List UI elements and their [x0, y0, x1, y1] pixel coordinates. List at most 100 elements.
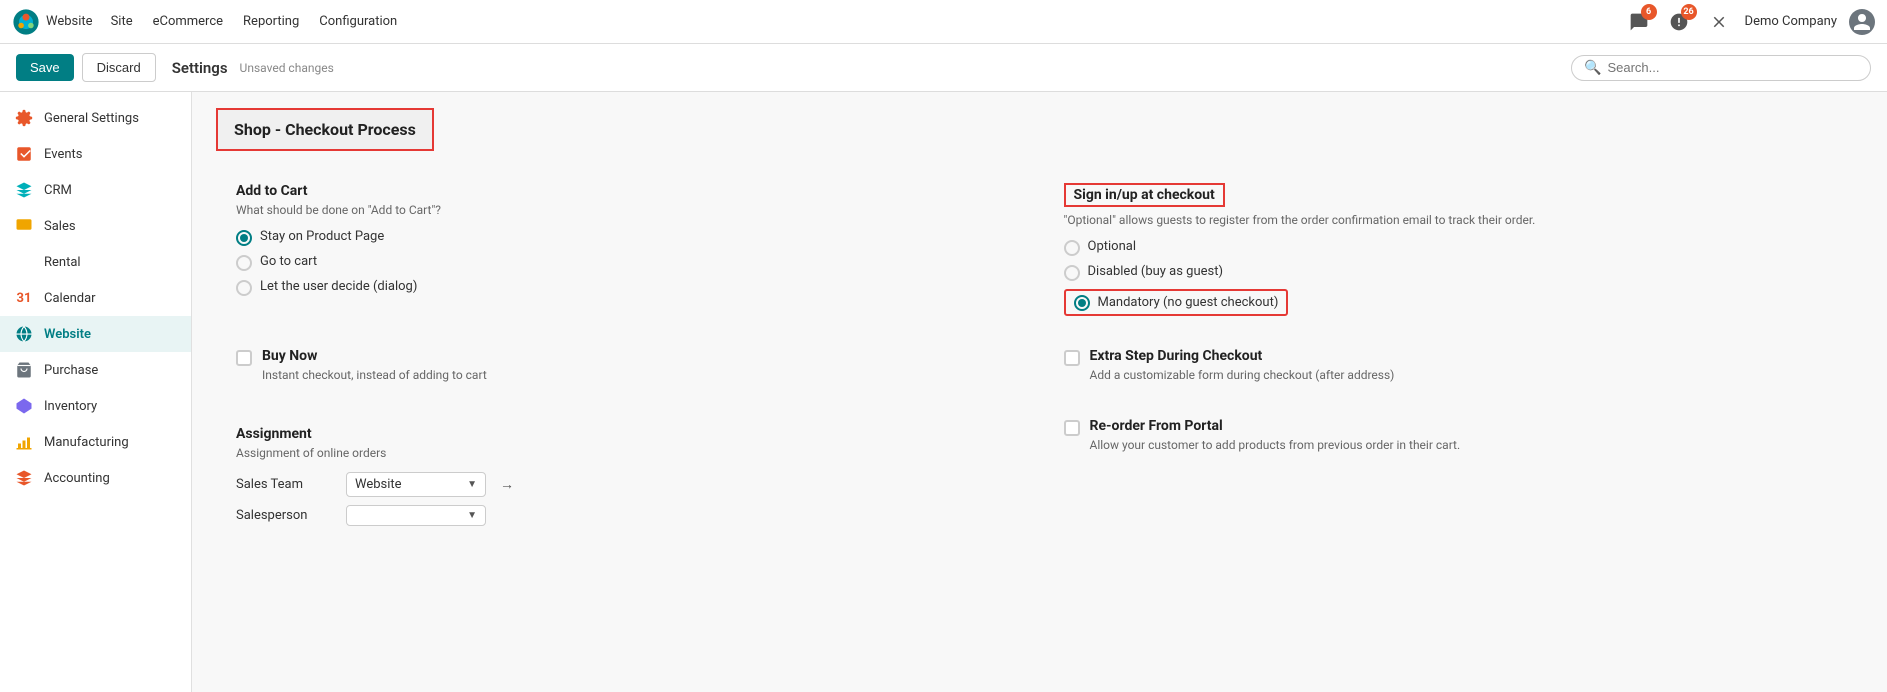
radio-stay[interactable]: Stay on Product Page — [236, 229, 1016, 246]
sidebar-item-crm[interactable]: CRM — [0, 172, 191, 208]
radio-stay-circle — [236, 230, 252, 246]
sidebar-label-crm: CRM — [44, 183, 72, 198]
top-navigation: Website Site eCommerce Reporting Configu… — [0, 0, 1887, 44]
reorder-block: Re-order From Portal Allow your customer… — [1044, 410, 1864, 542]
reorder-desc: Allow your customer to add products from… — [1090, 438, 1844, 452]
sidebar-item-sales[interactable]: Sales — [0, 208, 191, 244]
extra-step-checkbox[interactable] — [1064, 350, 1080, 366]
buy-now-desc: Instant checkout, instead of adding to c… — [262, 368, 1016, 382]
salesperson-row: Salesperson ▼ — [236, 505, 1016, 526]
radio-go-circle — [236, 255, 252, 271]
sidebar-label-rental: Rental — [44, 255, 81, 270]
app-logo[interactable]: Website — [12, 8, 93, 36]
radio-go-label: Go to cart — [260, 254, 317, 269]
sidebar-label-general-settings: General Settings — [44, 111, 139, 126]
add-to-cart-desc: What should be done on "Add to Cart"? — [236, 203, 1016, 217]
buy-now-checkbox[interactable] — [236, 350, 252, 366]
search-input[interactable] — [1607, 60, 1858, 75]
accounting-icon — [14, 468, 34, 488]
radio-optional[interactable]: Optional — [1064, 239, 1844, 256]
sidebar-item-inventory[interactable]: Inventory — [0, 388, 191, 424]
crm-icon — [14, 180, 34, 200]
nav-configuration[interactable]: Configuration — [317, 10, 399, 33]
save-button[interactable]: Save — [16, 54, 74, 81]
activity-icon-btn[interactable]: 26 — [1665, 8, 1693, 36]
general-settings-icon — [14, 108, 34, 128]
radio-user[interactable]: Let the user decide (dialog) — [236, 279, 1016, 296]
chat-icon-btn[interactable]: 6 — [1625, 8, 1653, 36]
sidebar-item-calendar[interactable]: 31 Calendar — [0, 280, 191, 316]
close-icon-btn[interactable] — [1705, 8, 1733, 36]
sidebar-label-calendar: Calendar — [44, 291, 96, 306]
app-name: Website — [46, 14, 93, 29]
extra-step-block: Extra Step During Checkout Add a customi… — [1044, 340, 1864, 402]
add-to-cart-block: Add to Cart What should be done on "Add … — [216, 167, 1036, 332]
inventory-icon — [14, 396, 34, 416]
sidebar-item-purchase[interactable]: Purchase — [0, 352, 191, 388]
radio-optional-label: Optional — [1088, 239, 1136, 254]
radio-mandatory-label: Mandatory (no guest checkout) — [1098, 295, 1279, 310]
toolbar-title: Settings — [172, 59, 228, 77]
radio-stay-label: Stay on Product Page — [260, 229, 384, 244]
activity-badge: 26 — [1681, 4, 1697, 20]
purchase-icon — [14, 360, 34, 380]
radio-optional-circle — [1064, 240, 1080, 256]
reorder-title: Re-order From Portal — [1090, 418, 1844, 434]
nav-reporting[interactable]: Reporting — [241, 10, 301, 33]
radio-mandatory[interactable]: Mandatory (no guest checkout) — [1064, 289, 1844, 316]
sign-in-title: Sign in/up at checkout — [1074, 187, 1215, 203]
user-avatar[interactable] — [1849, 9, 1875, 35]
salesperson-dropdown-icon: ▼ — [467, 510, 477, 521]
radio-mandatory-circle — [1074, 295, 1090, 311]
sign-in-desc: "Optional" allows guests to register fro… — [1064, 213, 1844, 227]
nav-links: Site eCommerce Reporting Configuration — [109, 10, 400, 33]
sidebar-item-events[interactable]: Events — [0, 136, 191, 172]
calendar-icon: 31 — [14, 288, 34, 308]
radio-mandatory-inner — [1078, 299, 1086, 307]
nav-ecommerce[interactable]: eCommerce — [151, 10, 225, 33]
salesperson-select[interactable]: ▼ — [346, 505, 486, 526]
sidebar: General Settings Events CRM Sales — [0, 92, 192, 692]
company-name: Demo Company — [1745, 14, 1837, 29]
sales-team-dropdown-icon: ▼ — [467, 479, 477, 490]
section-title: Shop - Checkout Process — [234, 120, 416, 139]
sidebar-item-accounting[interactable]: Accounting — [0, 460, 191, 496]
toolbar: Save Discard Settings Unsaved changes 🔍 — [0, 44, 1887, 92]
sales-team-row: Sales Team Website ▼ → — [236, 472, 1016, 497]
sales-team-value: Website — [355, 477, 463, 492]
sidebar-label-inventory: Inventory — [44, 399, 97, 414]
website-icon — [14, 324, 34, 344]
sidebar-item-website[interactable]: Website — [0, 316, 191, 352]
radio-stay-inner — [240, 234, 248, 242]
sidebar-item-rental[interactable]: Rental — [0, 244, 191, 280]
sidebar-label-events: Events — [44, 147, 82, 162]
radio-disabled[interactable]: Disabled (buy as guest) — [1064, 264, 1844, 281]
radio-go[interactable]: Go to cart — [236, 254, 1016, 271]
radio-disabled-circle — [1064, 265, 1080, 281]
unsaved-label: Unsaved changes — [240, 61, 334, 75]
add-to-cart-options: Stay on Product Page Go to cart Let the … — [236, 229, 1016, 296]
chat-badge: 6 — [1641, 4, 1657, 20]
events-icon — [14, 144, 34, 164]
search-box[interactable]: 🔍 — [1571, 55, 1871, 81]
sidebar-item-manufacturing[interactable]: Manufacturing — [0, 424, 191, 460]
nav-icons: 6 26 Demo Company — [1625, 8, 1875, 36]
discard-button[interactable]: Discard — [82, 53, 156, 82]
sidebar-label-manufacturing: Manufacturing — [44, 435, 129, 450]
sign-in-block: Sign in/up at checkout "Optional" allows… — [1044, 167, 1864, 332]
extra-step-title: Extra Step During Checkout — [1090, 348, 1844, 364]
assignment-title: Assignment — [236, 426, 1016, 442]
sidebar-item-general-settings[interactable]: General Settings — [0, 100, 191, 136]
sidebar-label-sales: Sales — [44, 219, 76, 234]
sidebar-label-accounting: Accounting — [44, 471, 110, 486]
nav-site[interactable]: Site — [109, 10, 135, 33]
reorder-checkbox[interactable] — [1064, 420, 1080, 436]
sales-icon — [14, 216, 34, 236]
external-link-icon[interactable]: → — [500, 476, 514, 493]
sales-team-select[interactable]: Website ▼ — [346, 472, 486, 497]
buy-now-title: Buy Now — [262, 348, 1016, 364]
assignment-desc: Assignment of online orders — [236, 446, 1016, 460]
salesperson-label: Salesperson — [236, 508, 336, 523]
radio-user-label: Let the user decide (dialog) — [260, 279, 417, 294]
assignment-block: Assignment Assignment of online orders S… — [216, 410, 1036, 542]
